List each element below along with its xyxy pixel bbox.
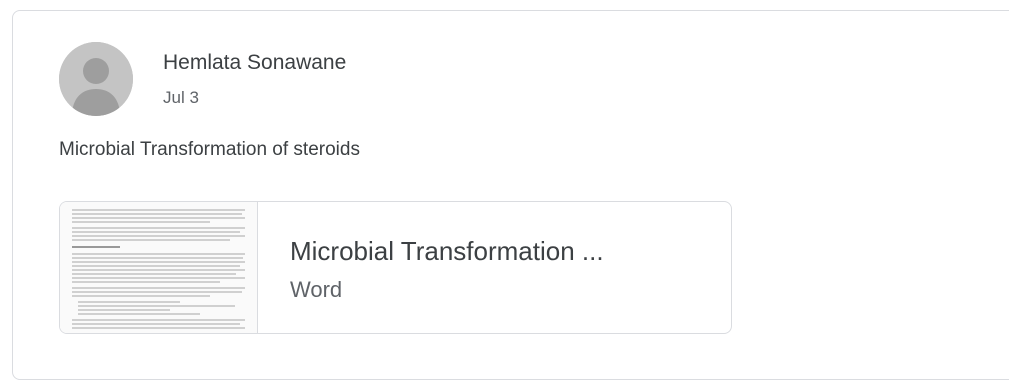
user-avatar-icon[interactable] <box>59 42 133 116</box>
attachment-file-type: Word <box>290 277 343 302</box>
attachment-card[interactable]: Microbial Transformation ... Word <box>59 201 732 334</box>
person-icon <box>59 42 133 116</box>
post-body-text: Microbial Transformation of steroids <box>59 139 360 160</box>
stream-post-card: Hemlata Sonawane Jul 3 Microbial Transfo… <box>12 10 1009 380</box>
document-thumbnail <box>60 202 258 333</box>
post-date: Jul 3 <box>163 88 199 107</box>
document-preview-image <box>60 202 257 333</box>
post-author-name: Hemlata Sonawane <box>163 51 347 74</box>
attachment-title: Microbial Transformation ... <box>290 236 604 266</box>
